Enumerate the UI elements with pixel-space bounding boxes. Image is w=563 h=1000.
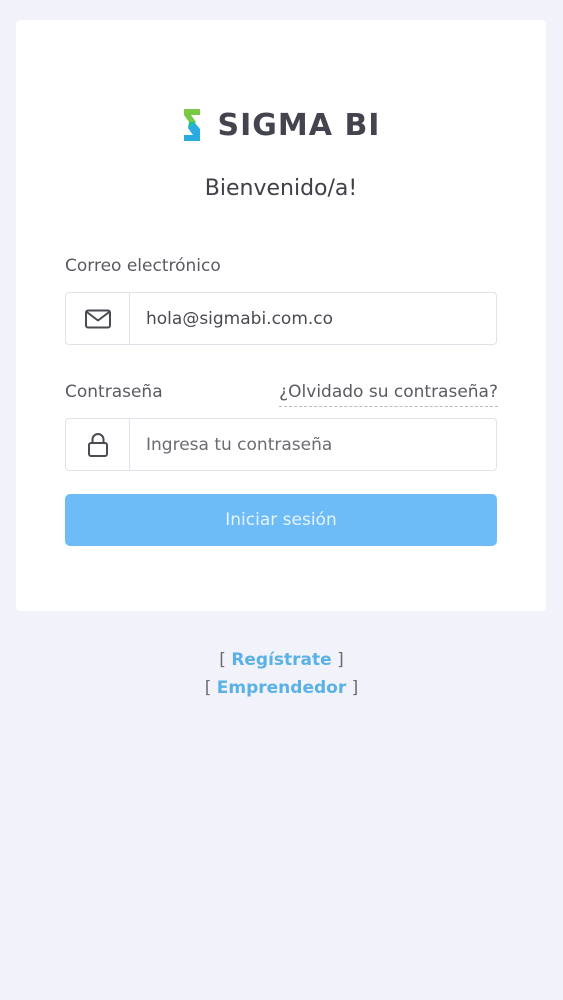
login-button[interactable]: Iniciar sesión <box>65 494 497 546</box>
brand: SIGMA BI <box>16 106 546 144</box>
welcome-heading: Bienvenido/a! <box>204 176 358 201</box>
open-bracket: [ <box>219 650 226 670</box>
brand-name: SIGMA BI <box>217 107 381 143</box>
password-field[interactable] <box>129 418 497 471</box>
register-row: [ Regístrate ] <box>0 646 563 674</box>
entrepreneur-link[interactable]: Emprendedor <box>217 678 346 698</box>
forgot-password-link[interactable]: ¿Olvidado su contraseña? <box>279 382 498 407</box>
login-card: SIGMA BI Bienvenido/a! Correo electrónic… <box>16 20 546 611</box>
lock-icon <box>87 432 108 457</box>
password-addon <box>65 418 129 471</box>
open-bracket: [ <box>204 678 212 698</box>
close-bracket: ] <box>351 678 359 698</box>
email-addon <box>65 292 129 345</box>
close-bracket: ] <box>337 650 344 670</box>
sigma-logo-icon <box>183 109 200 141</box>
email-field[interactable] <box>129 292 497 345</box>
entrepreneur-row: [ Emprendedor ] <box>0 674 563 702</box>
footer-links: [ Regístrate ] [ Emprendedor ] <box>0 646 563 702</box>
email-input-group <box>65 292 497 345</box>
register-link[interactable]: Regístrate <box>231 650 331 670</box>
email-label: Correo electrónico <box>65 256 221 276</box>
envelope-icon <box>84 309 111 328</box>
password-input-group <box>65 418 497 471</box>
password-label: Contraseña <box>65 382 163 402</box>
